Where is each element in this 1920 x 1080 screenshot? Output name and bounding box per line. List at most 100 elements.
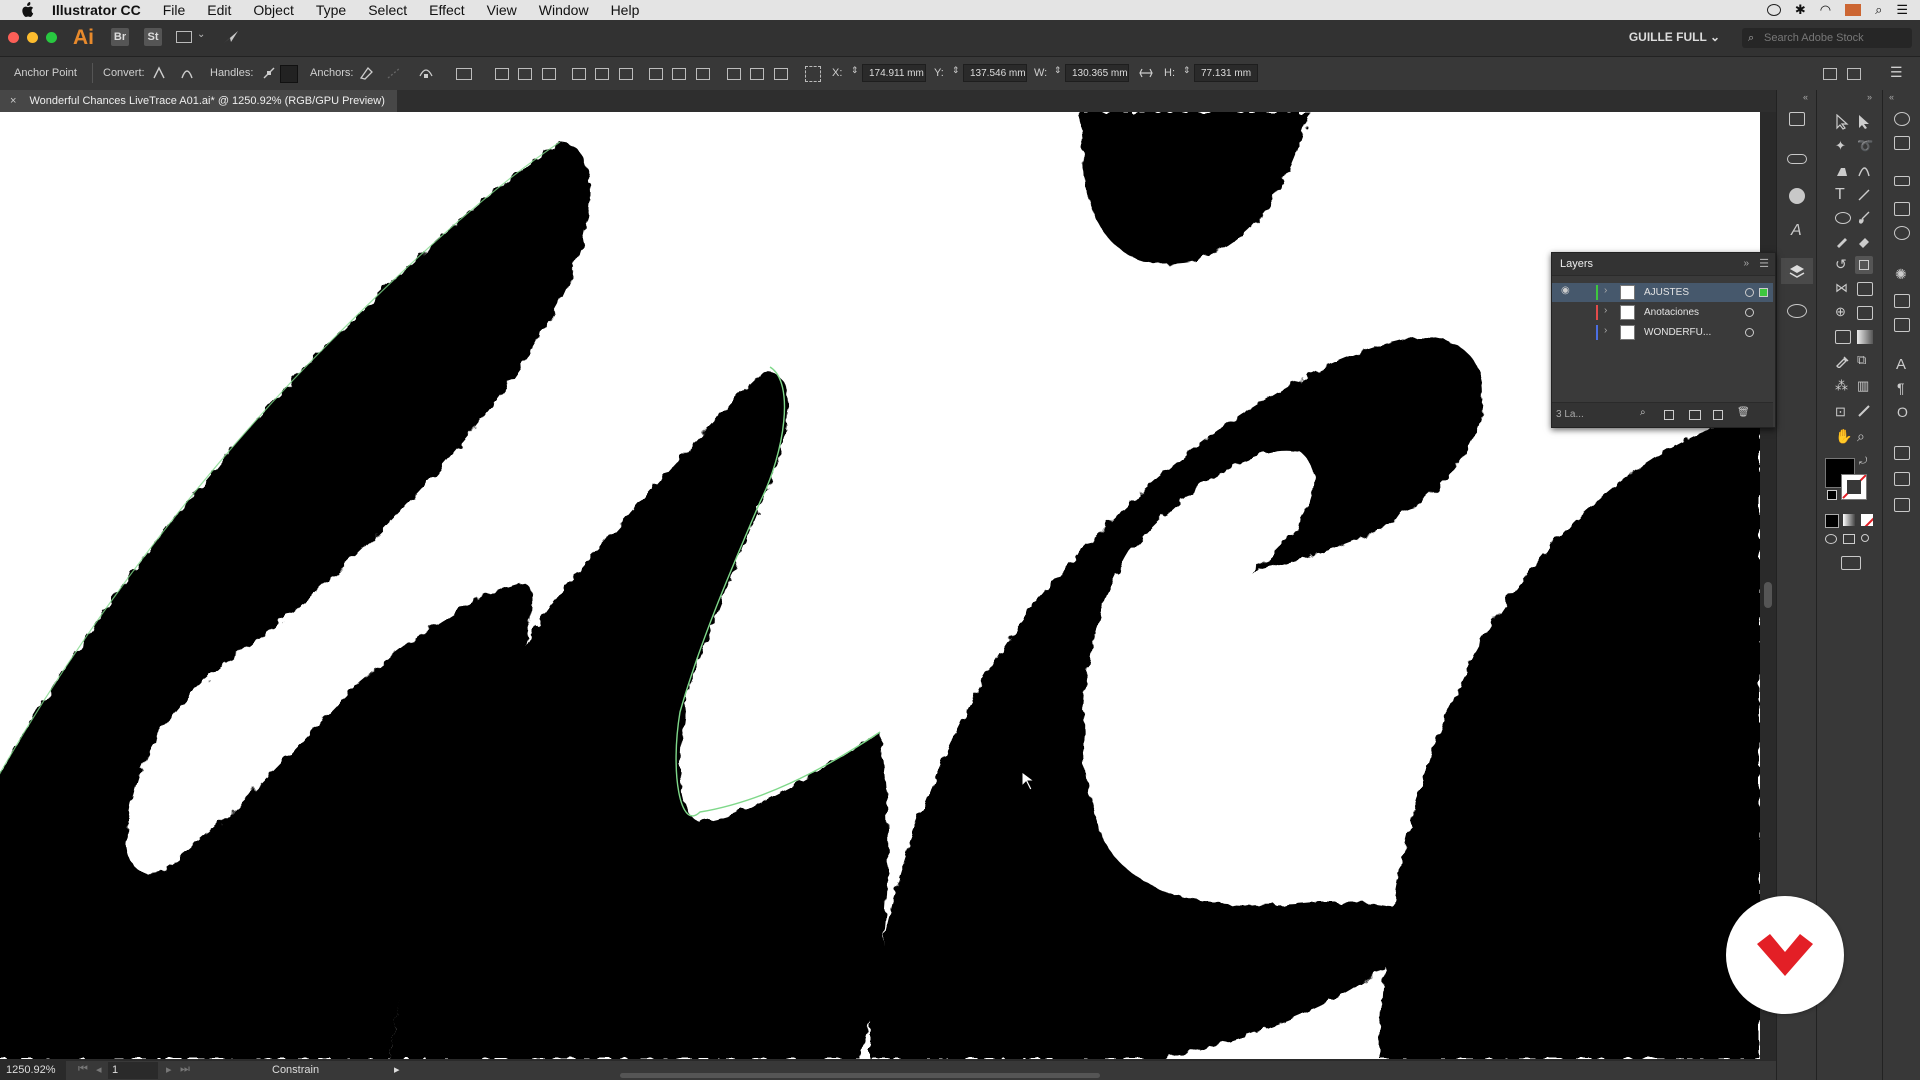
stroke-color-swatch[interactable] bbox=[1841, 474, 1867, 500]
layer-name[interactable]: AJUSTES bbox=[1644, 287, 1689, 298]
layer-name[interactable]: Anotaciones bbox=[1644, 307, 1699, 318]
libraries-panel-icon[interactable] bbox=[1787, 304, 1807, 318]
pencil-tool-icon[interactable] bbox=[1835, 234, 1849, 248]
align-vertical-center-icon[interactable] bbox=[595, 68, 609, 80]
hand-tool-icon[interactable]: ✋ bbox=[1835, 428, 1852, 445]
close-tab-icon[interactable]: × bbox=[10, 95, 16, 107]
align-to-icon[interactable] bbox=[1823, 68, 1837, 80]
paragraph-panel-icon[interactable]: ¶ bbox=[1897, 380, 1905, 396]
collapse-dock-icon[interactable]: « bbox=[1889, 92, 1894, 102]
previous-artboard-icon[interactable]: ◂ bbox=[96, 1063, 102, 1076]
next-artboard-icon[interactable]: ▸ bbox=[166, 1063, 172, 1076]
opentype-panel-icon[interactable]: O bbox=[1897, 404, 1908, 420]
color-panel-icon[interactable] bbox=[1894, 112, 1910, 126]
align-bottom-icon[interactable] bbox=[619, 68, 633, 80]
stroke-panel-icon[interactable] bbox=[1894, 176, 1910, 186]
ellipse-tool-icon[interactable] bbox=[1835, 212, 1851, 224]
chevron-right-icon[interactable]: › bbox=[1604, 285, 1607, 296]
constrain-proportions-icon[interactable] bbox=[1138, 66, 1154, 80]
lettering-artwork[interactable] bbox=[0, 112, 1760, 1059]
pen-tool-icon[interactable] bbox=[1835, 164, 1849, 178]
create-sublayer-icon[interactable] bbox=[1689, 410, 1701, 420]
align-right-icon[interactable] bbox=[542, 68, 556, 80]
arrange-documents-icon[interactable] bbox=[176, 31, 192, 43]
perspective-grid-tool-icon[interactable] bbox=[1857, 306, 1873, 320]
character-panel-icon[interactable]: A bbox=[1896, 356, 1906, 373]
distribute-center-icon[interactable] bbox=[672, 68, 686, 80]
layer-row-wonderful[interactable]: › WONDERFU... bbox=[1552, 323, 1773, 342]
new-layer-icon[interactable] bbox=[1713, 410, 1723, 420]
align-horizontal-center-icon[interactable] bbox=[518, 68, 532, 80]
links-panel-icon[interactable] bbox=[1787, 154, 1807, 164]
artboard-number-field[interactable]: 1 bbox=[108, 1062, 158, 1079]
width-tool-icon[interactable]: ⋈ bbox=[1835, 280, 1848, 296]
wifi-icon[interactable]: ◠ bbox=[1820, 2, 1831, 18]
curvature-tool-icon[interactable] bbox=[1857, 164, 1871, 178]
default-fill-stroke-icon[interactable] bbox=[1827, 490, 1837, 500]
convert-to-smooth-icon[interactable] bbox=[180, 66, 194, 80]
menu-file[interactable]: File bbox=[163, 2, 186, 18]
vertical-scroll-thumb[interactable] bbox=[1764, 582, 1772, 608]
stepper-icon[interactable]: ⇕ bbox=[1054, 65, 1062, 76]
locate-object-icon[interactable]: ⌕ bbox=[1640, 407, 1646, 418]
draw-normal-icon[interactable] bbox=[1825, 534, 1837, 544]
layer-name[interactable]: WONDERFU... bbox=[1644, 327, 1711, 338]
show-handles-icon[interactable] bbox=[262, 66, 276, 80]
make-clipping-mask-icon[interactable] bbox=[1664, 410, 1674, 420]
hide-handles-icon[interactable] bbox=[280, 65, 298, 83]
swap-fill-stroke-icon[interactable]: ⤾ bbox=[1859, 456, 1867, 467]
visibility-eye-icon[interactable]: ◉ bbox=[1561, 285, 1570, 296]
spotlight-search-icon[interactable]: ⌕ bbox=[1875, 2, 1882, 18]
stock-button[interactable]: St bbox=[144, 28, 162, 46]
type-tool-icon[interactable]: T bbox=[1835, 186, 1845, 204]
transform-options-icon[interactable] bbox=[1847, 68, 1861, 80]
line-segment-tool-icon[interactable] bbox=[1857, 188, 1871, 202]
gpu-performance-icon[interactable] bbox=[222, 29, 240, 45]
none-mode-button[interactable] bbox=[1861, 514, 1873, 526]
width-field[interactable]: 130.365 mm bbox=[1065, 64, 1129, 82]
menu-type[interactable]: Type bbox=[316, 2, 346, 18]
bridge-button[interactable]: Br bbox=[111, 28, 129, 46]
y-position-field[interactable]: 137.546 mm bbox=[963, 64, 1027, 82]
app-menu-name[interactable]: Illustrator CC bbox=[52, 2, 141, 18]
menu-edit[interactable]: Edit bbox=[207, 2, 231, 18]
menu-view[interactable]: View bbox=[487, 2, 517, 18]
isolate-object-icon[interactable] bbox=[456, 68, 472, 80]
flag-icon[interactable] bbox=[1845, 4, 1862, 16]
delete-layer-icon[interactable]: 🗑 bbox=[1737, 407, 1750, 418]
close-window-button[interactable] bbox=[8, 32, 19, 43]
layers-panel-button-active[interactable] bbox=[1781, 258, 1813, 284]
menu-effect[interactable]: Effect bbox=[429, 2, 465, 18]
stepper-icon[interactable]: ⇕ bbox=[851, 65, 859, 76]
transparency-panel-icon[interactable] bbox=[1894, 226, 1910, 240]
chevron-right-icon[interactable]: › bbox=[1604, 325, 1607, 336]
selection-indicator[interactable] bbox=[1759, 288, 1768, 297]
paintbrush-tool-icon[interactable] bbox=[1857, 210, 1871, 224]
panel-menu-icon[interactable]: ☰ bbox=[1890, 64, 1903, 81]
rotate-tool-icon[interactable]: ↺ bbox=[1835, 256, 1847, 273]
color-mode-button[interactable] bbox=[1825, 514, 1839, 528]
artboard-canvas[interactable] bbox=[0, 112, 1760, 1059]
minimize-window-button[interactable] bbox=[27, 32, 38, 43]
align-top-icon[interactable] bbox=[572, 68, 586, 80]
apple-icon[interactable] bbox=[20, 2, 34, 18]
swatches-panel-icon[interactable] bbox=[1894, 136, 1910, 150]
appearance-panel-icon[interactable]: ✺ bbox=[1895, 266, 1907, 283]
align-left-icon[interactable] bbox=[495, 68, 509, 80]
stock-search-input[interactable]: ⌕ Search Adobe Stock bbox=[1742, 28, 1912, 48]
character-styles-panel-icon[interactable]: A bbox=[1791, 222, 1802, 240]
cut-path-icon[interactable] bbox=[418, 66, 434, 80]
document-tab[interactable]: × Wonderful Chances LiveTrace A01.ai* @ … bbox=[0, 90, 397, 112]
eraser-tool-icon[interactable] bbox=[1857, 234, 1871, 248]
gradient-panel-icon[interactable] bbox=[1894, 202, 1910, 216]
collapse-tools-icon[interactable]: » bbox=[1867, 92, 1872, 102]
remove-anchor-icon[interactable] bbox=[358, 66, 374, 80]
gradient-mode-button[interactable] bbox=[1843, 514, 1855, 526]
collapse-panels-icon[interactable]: « bbox=[1803, 92, 1808, 102]
transform-panel-icon[interactable] bbox=[1789, 112, 1805, 126]
collapse-panel-icon[interactable]: » bbox=[1743, 253, 1749, 275]
horizontal-scroll-thumb[interactable] bbox=[620, 1073, 1100, 1078]
chevron-down-icon[interactable]: ⌄ bbox=[197, 29, 205, 40]
pathfinder-panel-icon[interactable] bbox=[1894, 446, 1910, 460]
menu-select[interactable]: Select bbox=[368, 2, 407, 18]
